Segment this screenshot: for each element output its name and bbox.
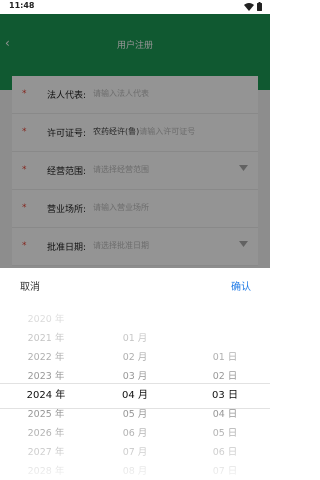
day-option-selected[interactable]: 03 日 <box>190 386 260 405</box>
selection-line-top <box>0 383 270 384</box>
confirm-button[interactable]: 确认 <box>231 278 251 293</box>
year-option[interactable]: 2026 年 <box>8 424 84 443</box>
month-wheel[interactable]: 01 月 02 月 03 月 04 月 05 月 06 月 07 月 08 月 <box>100 296 170 480</box>
day-wheel[interactable]: 01 日 02 日 03 日 04 日 05 日 06 日 07 日 <box>190 296 260 480</box>
battery-icon <box>257 2 262 11</box>
status-bar: 11:48 <box>0 0 270 14</box>
status-time: 11:48 <box>9 1 35 10</box>
cancel-button[interactable]: 取消 <box>20 278 40 293</box>
year-wheel[interactable]: 2020 年 2021 年 2022 年 2023 年 2024 年 2025 年 2026… <box>8 296 84 480</box>
month-option[interactable]: 08 月 <box>100 462 170 480</box>
year-option[interactable]: 2027 年 <box>8 443 84 462</box>
status-icons <box>244 2 262 11</box>
date-wheel-picker: 2020 年 2021 年 2022 年 2023 年 2024 年 2025 年 2026… <box>0 296 270 480</box>
year-option[interactable]: 2020 年 <box>8 310 84 329</box>
date-picker-sheet: 取消 确认 2020 年 2021 年 2022 年 2023 年 2024 年 2025… <box>0 268 270 480</box>
wifi-icon <box>244 2 254 11</box>
year-option[interactable]: 2028 年 <box>8 462 84 480</box>
day-option[interactable]: 06 日 <box>190 443 260 462</box>
month-option[interactable]: 06 月 <box>100 424 170 443</box>
selection-line-bottom <box>0 408 270 409</box>
month-option[interactable]: 07 月 <box>100 443 170 462</box>
month-option[interactable]: 02 月 <box>100 348 170 367</box>
day-option[interactable]: 01 日 <box>190 348 260 367</box>
month-option-selected[interactable]: 04 月 <box>100 386 170 405</box>
year-option-selected[interactable]: 2024 年 <box>8 386 84 405</box>
day-option[interactable]: 07 日 <box>190 462 260 480</box>
month-option[interactable]: 01 月 <box>100 329 170 348</box>
year-option[interactable]: 2022 年 <box>8 348 84 367</box>
year-option[interactable]: 2021 年 <box>8 329 84 348</box>
day-option[interactable]: 05 日 <box>190 424 260 443</box>
